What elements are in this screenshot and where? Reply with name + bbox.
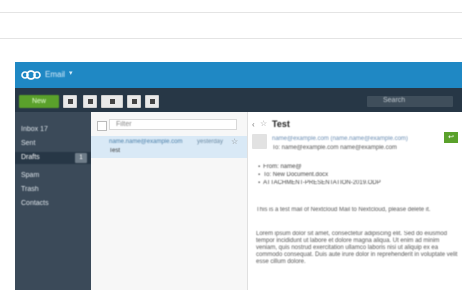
filter-input[interactable]: Filter bbox=[109, 119, 237, 130]
sidebar-item-inbox[interactable]: Inbox 17 bbox=[15, 124, 91, 136]
sidebar-item-label: Spam bbox=[21, 172, 40, 179]
compose-icon bbox=[67, 99, 73, 104]
sidebar-item-label: Drafts bbox=[21, 154, 40, 161]
nextcloud-logo-icon[interactable] bbox=[21, 69, 41, 81]
search-placeholder: Search bbox=[383, 97, 406, 104]
attachment-label: To: New Document.docx bbox=[263, 172, 329, 178]
sidebar-item-sent[interactable]: Sent bbox=[15, 138, 91, 150]
archive-icon bbox=[87, 99, 93, 104]
file-icon: ▪ bbox=[258, 180, 261, 186]
sidebar-item-label: Sent bbox=[21, 140, 36, 147]
file-icon: ▪ bbox=[258, 164, 261, 170]
attachment-label: ATTACHMENT-PRESENTATION-2019.ODP bbox=[263, 180, 381, 186]
message-date: yesterday bbox=[197, 139, 224, 145]
page-divider-top bbox=[0, 12, 462, 13]
to-line: To: name@example.com name@example.com bbox=[272, 145, 397, 151]
sidebar-item-contacts[interactable]: Contacts bbox=[15, 198, 91, 210]
chevron-down-icon[interactable]: ▾ bbox=[69, 69, 73, 77]
message-title: Test bbox=[272, 119, 290, 129]
attachment-row[interactable]: ▪ ATTACHMENT-PRESENTATION-2019.ODP bbox=[258, 180, 381, 186]
mail-app-window: Email ▾ New Search Inbox 17 Sent Drafts … bbox=[15, 62, 462, 290]
trash-icon bbox=[131, 99, 137, 104]
message-body-paragraph: Lorem ipsum dolor sit amet, consectetur … bbox=[256, 231, 458, 265]
select-all-checkbox[interactable] bbox=[97, 121, 107, 131]
filter-placeholder: Filter bbox=[116, 121, 132, 128]
more-button[interactable] bbox=[145, 95, 159, 108]
sidebar: Inbox 17 Sent Drafts 1 Spam Trash Contac… bbox=[15, 112, 91, 290]
folder-icon bbox=[109, 99, 115, 104]
sidebar-item-spam[interactable]: Spam bbox=[15, 170, 91, 182]
count-badge: 1 bbox=[75, 153, 87, 163]
edit-button[interactable] bbox=[63, 95, 77, 108]
attachment-row[interactable]: ▪ To: New Document.docx bbox=[258, 172, 328, 178]
star-icon[interactable]: ☆ bbox=[231, 137, 238, 146]
new-message-button[interactable]: New bbox=[19, 95, 59, 108]
reply-button[interactable]: ↩ bbox=[444, 132, 458, 143]
sidebar-item-label: Contacts bbox=[21, 200, 49, 207]
message-reader: ‹ ☆ Test name@example.com (name.name@exa… bbox=[248, 112, 462, 290]
from-line[interactable]: name@example.com (name.name@example.com) bbox=[272, 136, 408, 142]
attachment-label: From: name@ bbox=[263, 164, 302, 170]
more-icon bbox=[149, 99, 155, 104]
app-title[interactable]: Email bbox=[45, 70, 65, 79]
sidebar-item-label: Inbox 17 bbox=[21, 126, 48, 133]
sidebar-item-trash[interactable]: Trash bbox=[15, 184, 91, 196]
message-body-paragraph: This is a test mail of Nextcloud Mail to… bbox=[256, 207, 431, 213]
delete-button[interactable] bbox=[127, 95, 141, 108]
sidebar-item-label: Trash bbox=[21, 186, 39, 193]
avatar bbox=[252, 134, 267, 149]
archive-button[interactable] bbox=[83, 95, 97, 108]
page-divider-bottom bbox=[0, 38, 462, 39]
file-icon: ▪ bbox=[258, 172, 261, 178]
message-list: Filter name.name@example.com yesterday ☆… bbox=[91, 112, 248, 290]
reply-icon: ↩ bbox=[448, 134, 454, 141]
top-bar: Email ▾ bbox=[15, 62, 462, 88]
message-subject: Test bbox=[109, 148, 121, 154]
list-item[interactable]: name.name@example.com yesterday ☆ Test bbox=[91, 136, 247, 158]
toolbar: New Search bbox=[15, 88, 462, 112]
move-button[interactable] bbox=[101, 95, 123, 108]
sidebar-item-drafts[interactable]: Drafts 1 bbox=[15, 152, 91, 164]
attachment-row[interactable]: ▪ From: name@ bbox=[258, 164, 302, 170]
search-input[interactable]: Search bbox=[367, 96, 453, 107]
message-sender: name.name@example.com bbox=[109, 139, 183, 145]
back-chevron-icon[interactable]: ‹ bbox=[252, 120, 255, 129]
star-icon[interactable]: ☆ bbox=[260, 119, 267, 128]
